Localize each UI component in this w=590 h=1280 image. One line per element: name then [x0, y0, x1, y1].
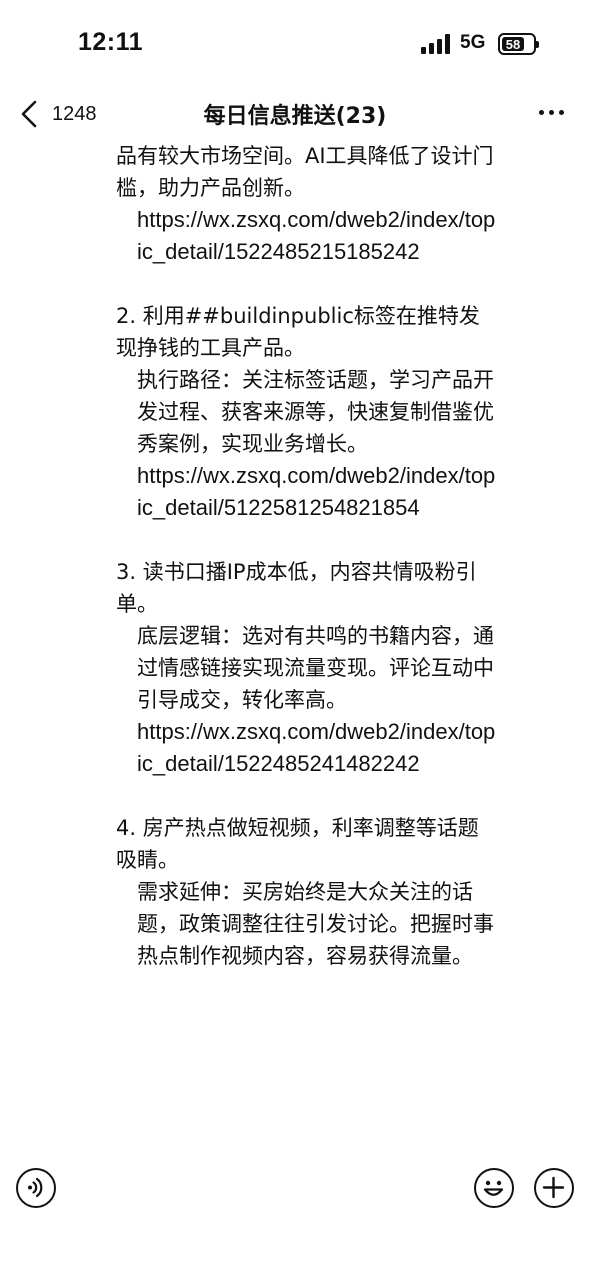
more-dot-icon [539, 110, 544, 115]
more-dot-icon [549, 110, 554, 115]
message-paragraph: 4. 房产热点做短视频，利率调整等话题吸睛。 [116, 816, 479, 872]
status-bar: 12:11 5G 58 [0, 0, 590, 90]
message-paragraph: 需求延伸：买房始终是大众关注的话题，政策调整往往引发讨论。把握时事热点制作视频内… [137, 880, 494, 968]
signal-icon [421, 34, 453, 54]
voice-icon [28, 1177, 43, 1198]
status-time: 12:11 [78, 28, 144, 56]
more-options-button[interactable] [539, 110, 564, 115]
message-link[interactable]: https://wx.zsxq.com/dweb2/index/topic_de… [116, 716, 496, 780]
battery-level: 58 [502, 37, 524, 52]
message-area[interactable]: 品有较大市场空间。AI工具降低了设计门槛，助力产品创新。 https://wx.z… [0, 138, 590, 1148]
network-type: 5G [460, 32, 486, 53]
nav-bar: 1248 每日信息推送(23) [0, 90, 590, 138]
message-paragraph: 3. 读书口播IP成本低，内容共情吸粉引单。 [116, 560, 477, 616]
chat-title: 每日信息推送(23) [203, 104, 387, 129]
message-link[interactable]: https://wx.zsxq.com/dweb2/index/topic_de… [116, 204, 496, 268]
battery-icon: 58 [498, 33, 539, 55]
plus-icon [542, 1176, 565, 1199]
emoji-button[interactable] [474, 1168, 514, 1208]
message-paragraph: 品有较大市场空间。AI工具降低了设计门槛，助力产品创新。 [116, 144, 494, 200]
voice-button[interactable] [16, 1168, 56, 1208]
more-dot-icon [559, 110, 564, 115]
message-paragraph: 执行路径：关注标签话题，学习产品开发过程、获客来源等，快速复制借鉴优秀案例，实现… [137, 368, 494, 456]
emoji-icon [483, 1180, 504, 1196]
plus-button[interactable] [534, 1168, 574, 1208]
message-text[interactable]: 品有较大市场空间。AI工具降低了设计门槛，助力产品创新。 https://wx.z… [116, 140, 496, 972]
message-paragraph: 2. 利用##buildinpublic标签在推特发现挣钱的工具产品。 [116, 304, 480, 360]
message-paragraph: 底层逻辑：选对有共鸣的书籍内容，通过情感链接实现流量变现。评论互动中引导成交，转… [137, 624, 494, 712]
message-link[interactable]: https://wx.zsxq.com/dweb2/index/topic_de… [116, 460, 496, 524]
input-toolbar [0, 1148, 590, 1280]
